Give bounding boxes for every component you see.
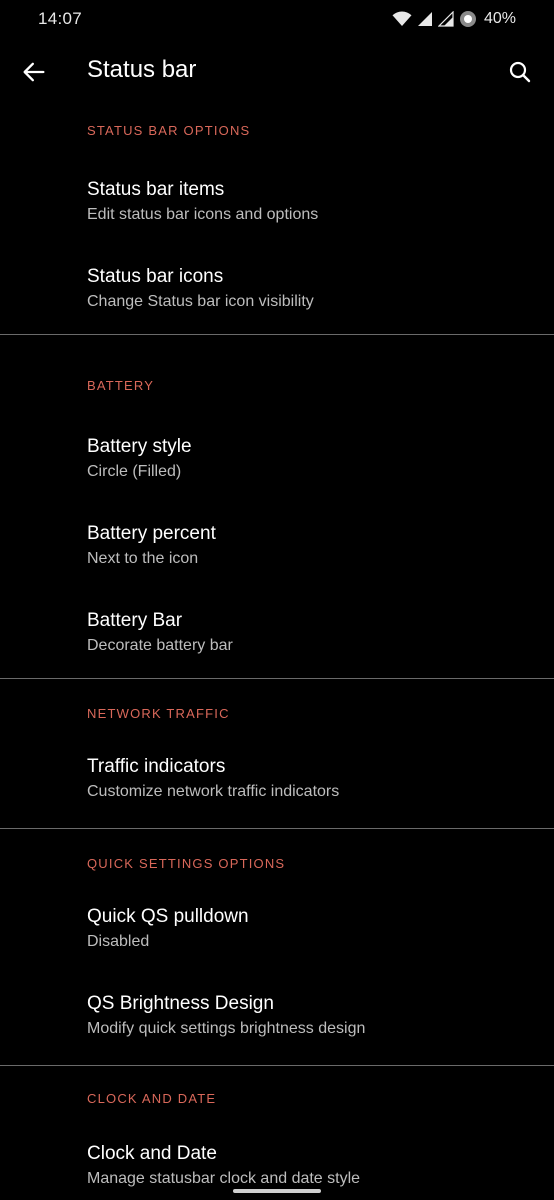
pref-battery-style[interactable]: Battery style Circle (Filled) <box>0 411 554 498</box>
back-button[interactable] <box>14 52 54 92</box>
pref-summary: Circle (Filled) <box>87 463 182 480</box>
page-title: Status bar <box>87 56 197 83</box>
section-header-status-bar-options: STATUS BAR OPTIONS <box>0 104 554 154</box>
app-bar: Status bar <box>0 40 554 104</box>
pref-traffic-indicators[interactable]: Traffic indicators Customize network tra… <box>0 735 554 822</box>
search-icon <box>509 61 531 83</box>
status-icons: 40% <box>392 8 516 30</box>
pref-title: Battery Bar <box>87 610 183 631</box>
pref-summary: Modify quick settings brightness design <box>87 1020 366 1037</box>
section-header-battery: BATTERY <box>0 335 554 411</box>
pref-title: Battery style <box>87 436 192 457</box>
section-header-clock-and-date: CLOCK AND DATE <box>0 1066 554 1122</box>
section-header-quick-settings-options: QUICK SETTINGS OPTIONS <box>0 829 554 885</box>
pref-summary: Decorate battery bar <box>87 637 233 654</box>
section-header-label: CLOCK AND DATE <box>87 1091 217 1106</box>
pref-title: Traffic indicators <box>87 756 226 777</box>
section-header-label: NETWORK TRAFFIC <box>87 706 230 721</box>
battery-circle-icon <box>459 10 477 28</box>
section-header-label: BATTERY <box>87 378 155 393</box>
pref-title: Status bar items <box>87 179 225 200</box>
section-header-label: QUICK SETTINGS OPTIONS <box>87 856 286 871</box>
section-header-label: STATUS BAR OPTIONS <box>87 123 251 138</box>
pref-battery-bar[interactable]: Battery Bar Decorate battery bar <box>0 585 554 672</box>
pref-title: Clock and Date <box>87 1143 217 1164</box>
search-button[interactable] <box>500 52 540 92</box>
pref-status-bar-items[interactable]: Status bar items Edit status bar icons a… <box>0 154 554 241</box>
status-time: 14:07 <box>38 9 83 28</box>
pref-status-bar-icons[interactable]: Status bar icons Change Status bar icon … <box>0 241 554 328</box>
pref-summary: Customize network traffic indicators <box>87 783 340 800</box>
pref-title: Status bar icons <box>87 266 224 287</box>
pref-summary: Edit status bar icons and options <box>87 206 319 223</box>
system-status-bar: 14:07 40% <box>0 0 554 40</box>
home-indicator[interactable] <box>233 1189 321 1193</box>
signal-icon <box>437 11 454 27</box>
pref-summary: Next to the icon <box>87 550 199 567</box>
pref-summary: Disabled <box>87 933 150 950</box>
screen: 14:07 40% Status bar STATUS BAR OPTIONS … <box>0 0 554 1200</box>
pref-summary: Manage statusbar clock and date style <box>87 1170 361 1187</box>
preference-list: STATUS BAR OPTIONS Status bar items Edit… <box>0 104 554 1200</box>
pref-quick-qs-pulldown[interactable]: Quick QS pulldown Disabled <box>0 885 554 972</box>
pref-title: Battery percent <box>87 523 216 544</box>
arrow-left-icon <box>23 62 45 82</box>
pref-battery-percent[interactable]: Battery percent Next to the icon <box>0 498 554 585</box>
wifi-icon <box>392 11 412 27</box>
pref-title: Quick QS pulldown <box>87 906 249 927</box>
battery-percent-text: 40% <box>483 10 516 27</box>
signal-icon <box>417 11 433 27</box>
pref-title: QS Brightness Design <box>87 993 274 1014</box>
section-header-network-traffic: NETWORK TRAFFIC <box>0 679 554 735</box>
pref-summary: Change Status bar icon visibility <box>87 293 314 310</box>
pref-qs-brightness-design[interactable]: QS Brightness Design Modify quick settin… <box>0 972 554 1059</box>
